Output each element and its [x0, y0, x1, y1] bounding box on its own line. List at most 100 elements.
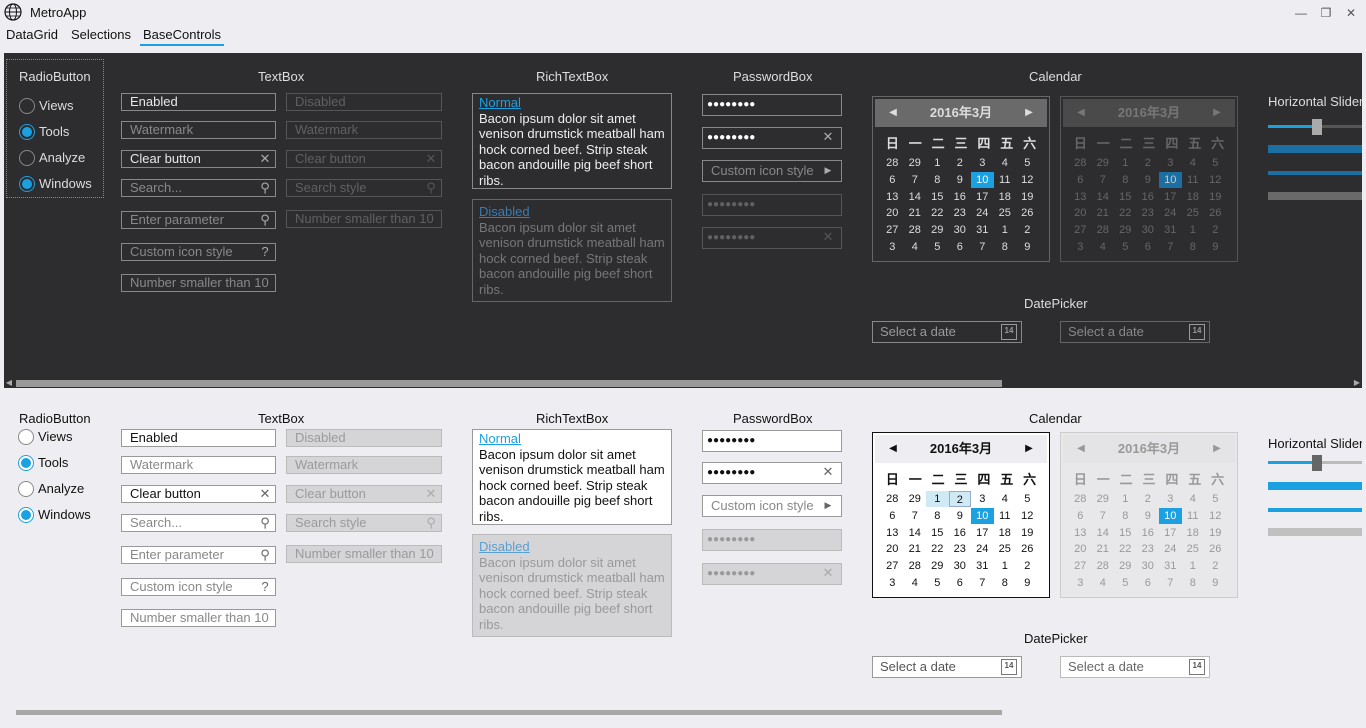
calendar-day[interactable]: 8 [994, 239, 1017, 255]
calendar-day[interactable]: 11 [994, 508, 1017, 524]
arrow-right-icon[interactable]: ▶ [821, 497, 835, 513]
calendar[interactable]: ◀ 2016年3月 ▶ 日一二三四五六 28 29 1 2 3 4 5 6 7 8 9 10 11 12 13 14 1… [872, 96, 1050, 262]
calendar-day[interactable]: 20 [881, 541, 904, 557]
textbox-custom-icon-style[interactable]: Custom icon style? [121, 578, 276, 596]
calendar-day[interactable]: 18 [994, 525, 1017, 541]
calendar-day[interactable]: 9 [949, 172, 972, 188]
tab-selections[interactable]: Selections [68, 26, 134, 46]
calendar-day[interactable]: 13 [881, 189, 904, 205]
calendar-day[interactable]: 7 [904, 172, 927, 188]
calendar-day[interactable]: 5 [1016, 155, 1039, 171]
help-icon[interactable]: ? [258, 579, 272, 595]
calendar-month-label[interactable]: 2016年3月 [930, 441, 992, 456]
calendar-month-label[interactable]: 2016年3月 [930, 105, 992, 120]
calendar-day[interactable]: 9 [949, 508, 972, 524]
calendar-day[interactable]: 8 [926, 508, 949, 524]
calendar-day[interactable]: 5 [926, 575, 949, 591]
calendar-day[interactable]: 24 [971, 541, 994, 557]
calendar-day[interactable]: 12 [1016, 508, 1039, 524]
textbox-watermark[interactable]: Watermark [121, 456, 276, 474]
calendar-day[interactable]: 16 [949, 525, 972, 541]
calendar[interactable]: ◀ 2016年3月 ▶ 日一二三四五六 28 29 1 2 3 4 5 6 7 8 9 10 11 12 13 14 1… [872, 432, 1050, 598]
calendar-day[interactable]: 17 [971, 189, 994, 205]
calendar-day[interactable]: 3 [881, 575, 904, 591]
maximize-button[interactable]: ❐ [1317, 4, 1335, 22]
calendar-day[interactable]: 21 [904, 541, 927, 557]
calendar-day[interactable]: 30 [949, 222, 972, 238]
calendar-prev-icon[interactable]: ◀ [883, 99, 903, 127]
passwordbox-custom-icon[interactable]: Custom icon style ▶ [702, 495, 842, 517]
calendar-day[interactable]: 19 [1016, 189, 1039, 205]
search-icon[interactable]: ⚲ [258, 180, 272, 196]
passwordbox-custom-icon[interactable]: Custom icon style ▶ [702, 160, 842, 182]
close-button[interactable]: ✕ [1342, 4, 1360, 22]
calendar-day[interactable]: 13 [881, 525, 904, 541]
scrollbar-thumb[interactable] [16, 380, 1002, 387]
calendar-day[interactable]: 25 [994, 205, 1017, 221]
calendar-day[interactable]: 31 [971, 558, 994, 574]
clear-icon[interactable]: ✕ [821, 464, 835, 480]
search-icon[interactable]: ⚲ [258, 515, 272, 531]
textbox-clear-button[interactable]: Clear button ✕ [121, 150, 276, 168]
calendar-day[interactable]: 15 [926, 525, 949, 541]
calendar-day[interactable]: 20 [881, 205, 904, 221]
calendar-day[interactable]: 5 [926, 239, 949, 255]
textbox-clear-button[interactable]: Clear button ✕ [121, 485, 276, 503]
textbox-search[interactable]: Search... ⚲ [121, 514, 276, 532]
search-icon[interactable]: ⚲ [258, 212, 272, 228]
calendar-day[interactable]: 22 [926, 541, 949, 557]
calendar-day[interactable]: 2 [949, 155, 972, 171]
textbox-number-smaller-than-10[interactable]: Number smaller than 10 [121, 274, 276, 292]
passwordbox-clear[interactable]: ●●●●●●●● ✕ [702, 462, 842, 484]
calendar-day[interactable]: 11 [994, 172, 1017, 188]
calendar-day[interactable]: 19 [1016, 525, 1039, 541]
calendar-day[interactable]: 28 [904, 222, 927, 238]
textbox-enter-parameter[interactable]: Enter parameter ⚲ [121, 211, 276, 229]
calendar-day[interactable]: 28 [904, 558, 927, 574]
calendar-day[interactable]: 29 [926, 222, 949, 238]
slider-thumb[interactable] [1312, 455, 1322, 471]
calendar-day[interactable]: 7 [971, 239, 994, 255]
calendar-day[interactable]: 16 [949, 189, 972, 205]
textbox-enabled[interactable]: Enabled [121, 429, 276, 447]
calendar-day[interactable]: 28 [881, 491, 904, 507]
calendar-day[interactable]: 29 [904, 491, 927, 507]
calendar-prev-icon[interactable]: ◀ [883, 435, 903, 463]
calendar-day[interactable]: 29 [904, 155, 927, 171]
calendar-header[interactable]: ◀ 2016年3月 ▶ [875, 435, 1047, 463]
calendar-day[interactable]: 4 [994, 155, 1017, 171]
calendar-day[interactable]: 3 [881, 239, 904, 255]
calendar-day[interactable]: 14 [904, 525, 927, 541]
calendar-day[interactable]: 8 [994, 575, 1017, 591]
calendar-day[interactable]: 6 [949, 575, 972, 591]
datepicker[interactable]: Select a date 14 [872, 321, 1022, 343]
calendar-day[interactable]: 26 [1016, 205, 1039, 221]
calendar-day[interactable]: 26 [1016, 541, 1039, 557]
calendar-day[interactable]: 15 [926, 189, 949, 205]
clear-icon[interactable]: ✕ [258, 486, 272, 502]
calendar-day[interactable]: 23 [949, 541, 972, 557]
richtextbox-normal-link[interactable]: Normal [479, 95, 665, 111]
calendar-day[interactable]: 1 [994, 558, 1017, 574]
calendar-icon[interactable]: 14 [1001, 324, 1017, 340]
calendar-day[interactable]: 2 [1016, 558, 1039, 574]
calendar-day[interactable]: 21 [904, 205, 927, 221]
calendar-day[interactable]: 3 [971, 491, 994, 507]
help-icon[interactable]: ? [258, 244, 272, 260]
tab-datagrid[interactable]: DataGrid [3, 26, 61, 46]
calendar-day[interactable]: 4 [904, 575, 927, 591]
passwordbox-clear[interactable]: ●●●●●●●● ✕ [702, 127, 842, 149]
calendar-day[interactable]: 27 [881, 222, 904, 238]
calendar-day[interactable]: 2 [1016, 222, 1039, 238]
calendar-day[interactable]: 14 [904, 189, 927, 205]
richtextbox-normal[interactable]: Normal Bacon ipsum dolor sit amet venison… [472, 93, 672, 189]
passwordbox-enabled[interactable]: ●●●●●●●● [702, 430, 842, 452]
calendar-day[interactable]: 6 [949, 239, 972, 255]
calendar-day[interactable]: 28 [881, 155, 904, 171]
calendar-day[interactable]: 23 [949, 205, 972, 221]
calendar-day[interactable]: 27 [881, 558, 904, 574]
calendar-day[interactable]: 9 [1016, 575, 1039, 591]
richtextbox-normal[interactable]: Normal Bacon ipsum dolor sit amet venison… [472, 429, 672, 525]
scroll-right-icon[interactable]: ▶ [1352, 378, 1362, 388]
calendar-day[interactable]: 5 [1016, 491, 1039, 507]
